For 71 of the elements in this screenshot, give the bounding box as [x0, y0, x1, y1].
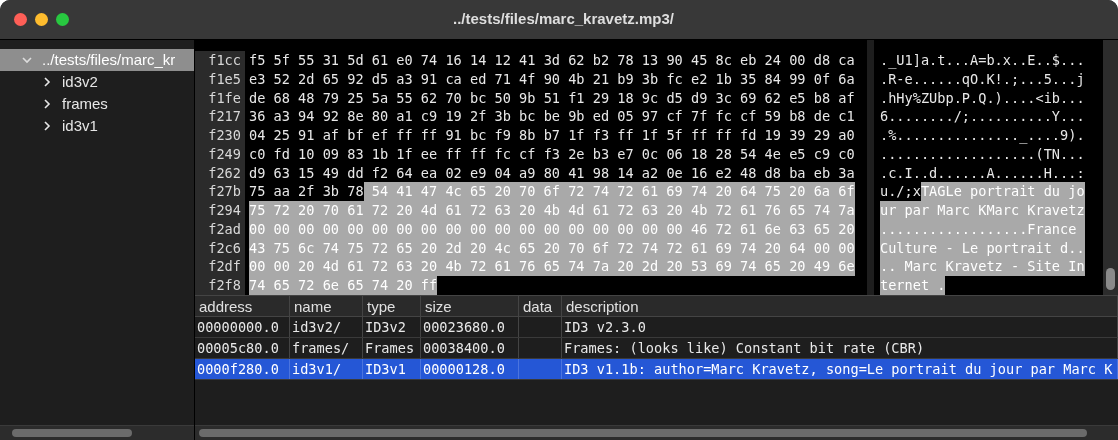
- hex-bytes: 74 65 72 6e 65 74 20 ff: [249, 276, 438, 295]
- hex-offset: f2df: [195, 257, 245, 276]
- tree-item[interactable]: id3v1: [0, 115, 194, 137]
- column-header[interactable]: name: [290, 296, 363, 316]
- close-button[interactable]: [14, 13, 27, 26]
- chevron-right-icon[interactable]: [42, 77, 52, 87]
- table-cell: 00038400.0: [423, 340, 505, 356]
- table-row[interactable]: 0000f280.0 id3v1/ ID3v1 00000128.0 ID3 v1.1b: author=Marc Kravetz, song=Le portrait du jour par Marc K: [195, 359, 1118, 380]
- tree-item[interactable]: id3v2: [0, 71, 194, 93]
- table-cell: 0000f280.0: [197, 361, 279, 377]
- hex-offset: f217: [195, 107, 245, 126]
- hex-bytes: 04 25 91 af bf ef ff ff 91 bc f9 8b b7 1f f3 ff 1f 5f ff ff fd 19 39 29 a0: [249, 126, 855, 145]
- table-row[interactable]: 00000000.0 id3v2/ ID3v2 00023680.0 ID3 v2.3.0: [195, 317, 1118, 338]
- ascii-text: .hHy%ZUbp.P.Q.)....<ib...: [880, 88, 1085, 108]
- ascii-text: TAGLe portrait du jo: [920, 182, 1085, 201]
- column-header[interactable]: address: [195, 296, 290, 316]
- hex-bytes: 00 00 20 4d 61 72 63 20 4b 72 61 76 65 74 7a 20 2d 20 53 69 74 65 20 49 6e: [249, 257, 855, 276]
- hex-offset: f2f8: [195, 276, 245, 295]
- hex-bytes: f5 5f 55 31 5d 61 e0 74 16 14 12 41 3d 62 b2 78 13 90 45 8c eb 24 00 d8 ca: [249, 51, 855, 70]
- hex-bytes: 75 aa 2f 3b 78: [249, 182, 364, 201]
- ascii-text: ...................(TN...: [880, 144, 1085, 164]
- hex-offset: f27b: [195, 182, 245, 201]
- table-cell: id3v2/: [292, 319, 342, 335]
- window-title: ../tests/files/marc_kravetz.mp3/: [453, 9, 674, 30]
- chevron-down-icon[interactable]: [22, 56, 32, 64]
- ascii-text: ur par Marc KMarc Kravetz: [880, 201, 1085, 220]
- column-header[interactable]: type: [363, 296, 421, 316]
- ascii-text: ._U1]a.t...A=b.x..E..$...: [880, 51, 1085, 70]
- hex-offset: f294: [195, 201, 245, 220]
- hex-bytes: e3 52 2d 65 92 d5 a3 91 ca ed 71 4f 90 4b 21 b9 3b fc e2 1b 35 84 99 0f 6a: [249, 69, 855, 89]
- table-cell: frames/: [292, 340, 350, 356]
- scrollbar-thumb[interactable]: [12, 429, 132, 437]
- hex-offset: f230: [195, 126, 245, 145]
- hex-bytes: d9 63 15 49 dd f2 64 ea 02 e9 04 a9 80 41 98 14 a2 0e 16 e2 48 d8 ba eb 3a: [249, 163, 855, 183]
- ascii-text: .R-e......qO.K!.;...5...j: [880, 69, 1085, 89]
- hex-bytes: 54 41 47 4c 65 20 70 6f 72 74 72 61 69 74 20 64 75 20 6a 6f: [363, 182, 855, 201]
- ascii-text: ternet .: [880, 276, 946, 295]
- scrollbar-thumb[interactable]: [199, 429, 1087, 437]
- horizontal-scrollbar[interactable]: [195, 425, 1118, 440]
- table-cell: ID3 v1.1b: author=Marc Kravetz, song=Le portrait du jour par Marc K: [564, 361, 1113, 377]
- hex-bytes: c0 fd 10 09 83 1b 1f ee ff ff fc cf f3 2e b3 e7 0c 06 18 28 54 4e e5 c9 c0: [249, 144, 855, 164]
- table-cell: 00000000.0: [197, 319, 279, 335]
- hex-bytes: 36 a3 94 92 8e 80 a1 c9 19 2f 3b bc be 9b ed 05 97 cf 7f fc cf 59 b8 de c1: [249, 107, 855, 126]
- chevron-right-icon[interactable]: [42, 99, 52, 109]
- ascii-text: u./;x: [880, 182, 921, 201]
- chevron-right-icon[interactable]: [42, 121, 52, 131]
- table-cell: ID3v2: [365, 319, 406, 335]
- table-cell: 00005c80.0: [197, 340, 279, 356]
- column-header[interactable]: description: [562, 296, 1118, 316]
- hex-offset: f1cc: [195, 51, 245, 70]
- horizontal-scrollbar[interactable]: [0, 425, 194, 440]
- ascii-text: .. Marc Kravetz - Site In: [880, 257, 1085, 276]
- table-cell: Frames: (looks like) Constant bit rate (CBR): [564, 340, 925, 356]
- tree-item[interactable]: frames: [0, 93, 194, 115]
- zoom-button[interactable]: [56, 13, 69, 26]
- column-header[interactable]: size: [421, 296, 519, 316]
- vertical-scrollbar[interactable]: [1103, 40, 1118, 295]
- table-cell: ID3v1: [365, 361, 406, 377]
- hex-bytes: de 68 48 79 25 5a 55 62 70 bc 50 9b 51 f1 29 18 9c d5 d9 3c 69 62 e5 b8 af: [249, 88, 855, 108]
- ascii-text: .c.I..d......A......H...:: [880, 163, 1085, 183]
- column-header[interactable]: data: [519, 296, 562, 316]
- table-cell: id3v1/: [292, 361, 342, 377]
- ascii-text: 6......../;..........Y...: [880, 107, 1085, 126]
- table-cell: 00000128.0: [423, 361, 505, 377]
- minimize-button[interactable]: [35, 13, 48, 26]
- hex-bytes: 75 72 20 70 61 72 20 4d 61 72 63 20 4b 4d 61 72 63 20 4b 72 61 76 65 74 7a: [249, 201, 855, 220]
- ascii-text: .%..............._....9).: [880, 126, 1085, 145]
- table-cell: ID3 v2.3.0: [564, 319, 646, 335]
- table-cell: 00023680.0: [423, 319, 505, 335]
- scrollbar-thumb[interactable]: [1106, 268, 1115, 290]
- table-cell: Frames: [365, 340, 415, 356]
